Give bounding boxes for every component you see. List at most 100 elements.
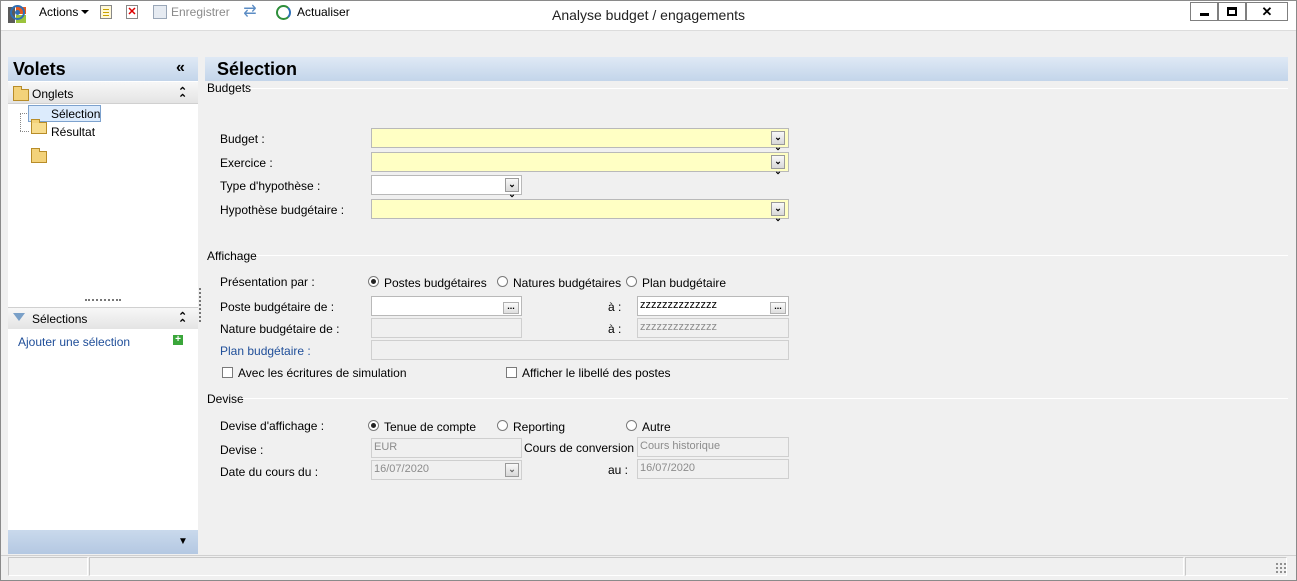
onglets-label: Onglets (32, 87, 74, 101)
status-cell (8, 557, 88, 576)
poste-a-input[interactable]: zzzzzzzzzzzzzz (637, 296, 789, 316)
radio-plan[interactable] (626, 276, 637, 287)
collapse-up-icon[interactable]: ⌃ ⌃ (178, 312, 187, 330)
type-hypothese-select[interactable] (371, 175, 522, 195)
chevron-down-icon (81, 10, 90, 14)
toolbar (1, 32, 1296, 56)
refresh-button[interactable]: Actualiser (276, 3, 350, 21)
close-icon: ✕ (1261, 3, 1273, 19)
radio-plan-label[interactable]: Plan budgétaire (642, 276, 726, 290)
new-document-icon (100, 5, 112, 19)
radio-postes[interactable] (368, 276, 379, 287)
actions-label: Actions (39, 5, 79, 19)
hypothese-label: Hypothèse budgétaire : (220, 203, 345, 217)
main-header (205, 57, 1288, 81)
radio-tenue-label[interactable]: Tenue de compte (384, 420, 476, 434)
tree-item-resultat[interactable]: Résultat (51, 125, 95, 139)
actions-menu-button[interactable]: Actions (39, 3, 90, 21)
simulation-checkbox-label[interactable]: Avec les écritures de simulation (238, 366, 407, 380)
tree-item-selection[interactable]: Sélection (51, 107, 100, 121)
au-input: 16/07/2020 (637, 459, 789, 479)
status-cell (89, 557, 1184, 576)
resize-grip-icon[interactable] (1275, 562, 1287, 574)
page-title: Sélection (217, 59, 298, 79)
volets-title: Volets (13, 59, 66, 79)
radio-reporting[interactable] (497, 420, 508, 431)
delete-icon: ✕ (126, 5, 138, 19)
group-divider (249, 88, 1288, 89)
radio-postes-label[interactable]: Postes budgétaires (384, 276, 487, 290)
devise-group-title: Devise (207, 392, 244, 406)
radio-reporting-label[interactable]: Reporting (513, 420, 565, 434)
collapse-panel-icon[interactable]: « (176, 59, 185, 77)
poste-de-input[interactable] (371, 296, 522, 316)
open-folder-icon (31, 119, 47, 134)
panel-splitter[interactable] (85, 299, 121, 301)
poste-a-label: à : (608, 300, 622, 314)
toolbar-separator (92, 3, 93, 21)
cours-conversion-label: Cours de conversion : (524, 441, 641, 455)
add-selection-link[interactable]: Ajouter une sélection (18, 335, 130, 349)
radio-autre-label[interactable]: Autre (642, 420, 671, 434)
dropdown-icon[interactable]: ⌄ ⌄ (771, 131, 785, 152)
hypothese-select[interactable] (371, 199, 789, 219)
toolbar-separator (234, 3, 235, 21)
dropdown-icon[interactable]: ⌄ ⌄ (505, 178, 519, 199)
toolbar-separator (266, 3, 267, 21)
close-button[interactable]: ✕ (1246, 2, 1288, 21)
budgets-group-title: Budgets (207, 81, 252, 95)
au-label: au : (608, 463, 629, 477)
poste-de-label: Poste budgétaire de : (220, 300, 335, 314)
group-divider (242, 398, 1288, 399)
nature-a-label: à : (608, 322, 622, 336)
vertical-splitter[interactable] (199, 288, 201, 322)
exercice-label: Exercice : (220, 156, 273, 170)
devise-affichage-label: Devise d'affichage : (220, 419, 325, 433)
options-button[interactable] (10, 3, 25, 21)
filter-icon (13, 313, 25, 321)
radio-tenue[interactable] (368, 420, 379, 431)
type-hypothese-label: Type d'hypothèse : (220, 179, 321, 193)
maximize-button[interactable] (1218, 2, 1246, 21)
tree-connector (20, 113, 21, 131)
dropdown-icon[interactable]: ⌄ ⌄ (771, 202, 785, 223)
date-cours-input: 16/07/2020 (371, 460, 522, 480)
folder-icon (13, 86, 29, 101)
dropdown-icon[interactable]: ⌄ ⌄ (771, 155, 785, 176)
save-label: Enregistrer (171, 5, 230, 19)
tree-connector (20, 131, 29, 132)
radio-autre[interactable] (626, 420, 637, 431)
sync-button[interactable]: ⇄ (242, 3, 258, 21)
minimize-button[interactable] (1190, 2, 1218, 21)
date-cours-label: Date du cours du : (220, 465, 319, 479)
ellipsis-button[interactable]: ... (770, 302, 786, 314)
collapse-up-icon[interactable]: ⌃ ⌃ (178, 87, 187, 105)
status-cell (1185, 557, 1287, 576)
budget-select[interactable] (371, 128, 789, 148)
ellipsis-button[interactable]: ... (503, 302, 519, 314)
radio-natures[interactable] (497, 276, 508, 287)
devise-input: EUR (371, 438, 522, 458)
nature-de-input (371, 318, 522, 338)
refresh-icon (276, 4, 291, 20)
radio-natures-label[interactable]: Natures budgétaires (513, 276, 621, 290)
simulation-checkbox[interactable] (222, 367, 233, 378)
cours-conversion-input: Cours historique (637, 437, 789, 457)
devise-label: Devise : (220, 443, 264, 457)
sync-icon: ⇄ (243, 3, 257, 20)
expand-menu-icon[interactable]: ▼ (178, 536, 188, 547)
add-icon[interactable]: + (173, 335, 183, 345)
save-icon (153, 5, 167, 19)
libelle-checkbox-label[interactable]: Afficher le libellé des postes (522, 366, 671, 380)
exercice-select[interactable] (371, 152, 789, 172)
minimize-icon (1199, 13, 1209, 16)
delete-button[interactable]: ✕ (126, 3, 138, 21)
save-button[interactable]: Enregistrer (153, 3, 230, 21)
plan-budgetaire-label: Plan budgétaire : (220, 344, 311, 358)
new-button[interactable] (100, 3, 112, 21)
selections-label: Sélections (32, 312, 88, 326)
libelle-checkbox[interactable] (506, 367, 517, 378)
budget-label: Budget : (220, 132, 265, 146)
affichage-group-title: Affichage (207, 249, 257, 263)
plan-budgetaire-input (371, 340, 789, 360)
